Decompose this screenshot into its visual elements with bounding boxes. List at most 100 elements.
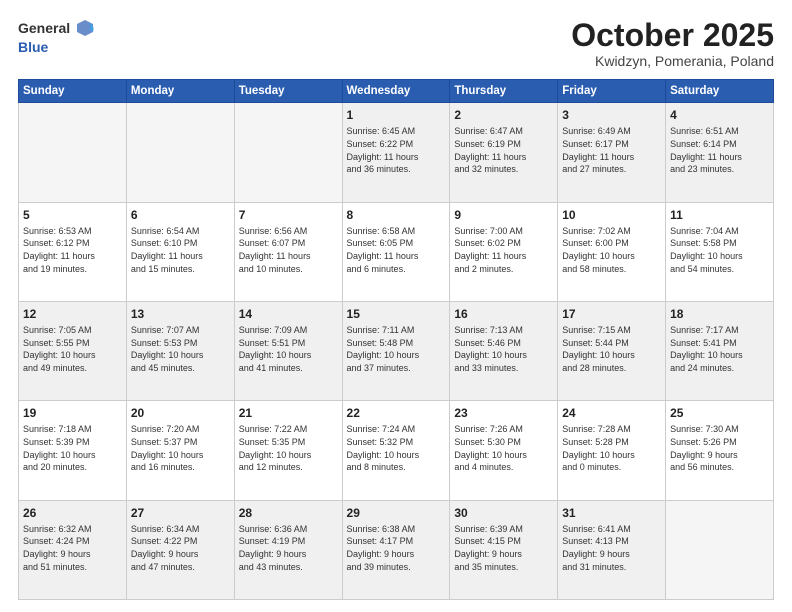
title-location: Kwidzyn, Pomerania, Poland <box>571 53 774 69</box>
day-info: Sunrise: 7:24 AM Sunset: 5:32 PM Dayligh… <box>347 423 446 473</box>
day-info: Sunrise: 6:58 AM Sunset: 6:05 PM Dayligh… <box>347 225 446 275</box>
day-info: Sunrise: 7:26 AM Sunset: 5:30 PM Dayligh… <box>454 423 553 473</box>
day-number: 10 <box>562 207 661 223</box>
day-number: 14 <box>239 306 338 322</box>
table-row: 15Sunrise: 7:11 AM Sunset: 5:48 PM Dayli… <box>342 301 450 400</box>
day-info: Sunrise: 6:45 AM Sunset: 6:22 PM Dayligh… <box>347 125 446 175</box>
day-info: Sunrise: 7:02 AM Sunset: 6:00 PM Dayligh… <box>562 225 661 275</box>
table-row: 2Sunrise: 6:47 AM Sunset: 6:19 PM Daylig… <box>450 103 558 202</box>
day-info: Sunrise: 6:41 AM Sunset: 4:13 PM Dayligh… <box>562 523 661 573</box>
calendar-week-row: 5 Sunrise: 6:53 AM Sunset: 6:12 PM Daylig… <box>19 202 774 301</box>
day-info: Sunrise: 7:17 AM Sunset: 5:41 PM Dayligh… <box>670 324 769 374</box>
day-number: 24 <box>562 405 661 421</box>
table-row: 14 Sunrise: 7:09 AM Sunset: 5:51 PM Dayli… <box>234 301 342 400</box>
day-number: 3 <box>562 107 661 123</box>
table-row: 1Sunrise: 6:45 AM Sunset: 6:22 PM Daylig… <box>342 103 450 202</box>
day-number: 26 <box>23 505 122 521</box>
day-number: 6 <box>131 207 230 223</box>
table-row: 24 Sunrise: 7:28 AM Sunset: 5:28 PM Dayli… <box>558 401 666 500</box>
day-number: 5 <box>23 207 122 223</box>
table-row <box>126 103 234 202</box>
day-info: Sunrise: 6:53 AM Sunset: 6:12 PM Dayligh… <box>23 225 122 275</box>
day-number: 17 <box>562 306 661 322</box>
day-info: Sunrise: 6:34 AM Sunset: 4:22 PM Dayligh… <box>131 523 230 573</box>
header: General Blue October 2025 Kwidzyn, Pomer… <box>18 18 774 69</box>
day-info: Sunrise: 6:39 AM Sunset: 4:15 PM Dayligh… <box>454 523 553 573</box>
table-row: 9Sunrise: 7:00 AM Sunset: 6:02 PM Daylig… <box>450 202 558 301</box>
day-number: 16 <box>454 306 553 322</box>
day-info: Sunrise: 7:28 AM Sunset: 5:28 PM Dayligh… <box>562 423 661 473</box>
table-row: 10 Sunrise: 7:02 AM Sunset: 6:00 PM Dayli… <box>558 202 666 301</box>
title-month: October 2025 <box>571 18 774 53</box>
table-row <box>19 103 127 202</box>
table-row: 31 Sunrise: 6:41 AM Sunset: 4:13 PM Dayli… <box>558 500 666 599</box>
col-tuesday: Tuesday <box>234 80 342 103</box>
day-info: Sunrise: 6:51 AM Sunset: 6:14 PM Dayligh… <box>670 125 769 175</box>
day-number: 30 <box>454 505 553 521</box>
calendar-week-row: 19 Sunrise: 7:18 AM Sunset: 5:39 PM Dayli… <box>19 401 774 500</box>
col-saturday: Saturday <box>666 80 774 103</box>
logo-icon <box>73 16 97 40</box>
day-number: 27 <box>131 505 230 521</box>
day-info: Sunrise: 7:15 AM Sunset: 5:44 PM Dayligh… <box>562 324 661 374</box>
table-row: 18 Sunrise: 7:17 AM Sunset: 5:41 PM Dayli… <box>666 301 774 400</box>
logo: General Blue <box>18 18 97 55</box>
day-number: 18 <box>670 306 769 322</box>
day-info: Sunrise: 6:56 AM Sunset: 6:07 PM Dayligh… <box>239 225 338 275</box>
day-number: 12 <box>23 306 122 322</box>
day-number: 29 <box>347 505 446 521</box>
table-row: 8 Sunrise: 6:58 AM Sunset: 6:05 PM Daylig… <box>342 202 450 301</box>
day-info: Sunrise: 6:54 AM Sunset: 6:10 PM Dayligh… <box>131 225 230 275</box>
day-info: Sunrise: 6:32 AM Sunset: 4:24 PM Dayligh… <box>23 523 122 573</box>
day-info: Sunrise: 6:38 AM Sunset: 4:17 PM Dayligh… <box>347 523 446 573</box>
table-row: 19 Sunrise: 7:18 AM Sunset: 5:39 PM Dayli… <box>19 401 127 500</box>
col-thursday: Thursday <box>450 80 558 103</box>
table-row: 3 Sunrise: 6:49 AM Sunset: 6:17 PM Daylig… <box>558 103 666 202</box>
col-sunday: Sunday <box>19 80 127 103</box>
day-number: 28 <box>239 505 338 521</box>
day-number: 21 <box>239 405 338 421</box>
table-row: 11Sunrise: 7:04 AM Sunset: 5:58 PM Dayli… <box>666 202 774 301</box>
table-row <box>666 500 774 599</box>
table-row: 25Sunrise: 7:30 AM Sunset: 5:26 PM Dayli… <box>666 401 774 500</box>
page: General Blue October 2025 Kwidzyn, Pomer… <box>0 0 792 612</box>
day-info: Sunrise: 7:09 AM Sunset: 5:51 PM Dayligh… <box>239 324 338 374</box>
calendar-header-row: Sunday Monday Tuesday Wednesday Thursday… <box>19 80 774 103</box>
table-row: 5 Sunrise: 6:53 AM Sunset: 6:12 PM Daylig… <box>19 202 127 301</box>
day-number: 11 <box>670 207 769 223</box>
day-info: Sunrise: 6:49 AM Sunset: 6:17 PM Dayligh… <box>562 125 661 175</box>
table-row: 4Sunrise: 6:51 AM Sunset: 6:14 PM Daylig… <box>666 103 774 202</box>
day-number: 20 <box>131 405 230 421</box>
day-info: Sunrise: 7:07 AM Sunset: 5:53 PM Dayligh… <box>131 324 230 374</box>
table-row: 23Sunrise: 7:26 AM Sunset: 5:30 PM Dayli… <box>450 401 558 500</box>
table-row: 27 Sunrise: 6:34 AM Sunset: 4:22 PM Dayli… <box>126 500 234 599</box>
table-row: 30 Sunrise: 6:39 AM Sunset: 4:15 PM Dayli… <box>450 500 558 599</box>
day-number: 15 <box>347 306 446 322</box>
calendar-week-row: 1Sunrise: 6:45 AM Sunset: 6:22 PM Daylig… <box>19 103 774 202</box>
day-info: Sunrise: 7:18 AM Sunset: 5:39 PM Dayligh… <box>23 423 122 473</box>
day-info: Sunrise: 6:47 AM Sunset: 6:19 PM Dayligh… <box>454 125 553 175</box>
logo-blue: Blue <box>18 40 97 55</box>
day-number: 13 <box>131 306 230 322</box>
day-info: Sunrise: 7:00 AM Sunset: 6:02 PM Dayligh… <box>454 225 553 275</box>
col-monday: Monday <box>126 80 234 103</box>
calendar-table: Sunday Monday Tuesday Wednesday Thursday… <box>18 79 774 600</box>
col-wednesday: Wednesday <box>342 80 450 103</box>
day-number: 22 <box>347 405 446 421</box>
day-info: Sunrise: 7:05 AM Sunset: 5:55 PM Dayligh… <box>23 324 122 374</box>
day-info: Sunrise: 6:36 AM Sunset: 4:19 PM Dayligh… <box>239 523 338 573</box>
table-row: 28 Sunrise: 6:36 AM Sunset: 4:19 PM Dayli… <box>234 500 342 599</box>
table-row: 17 Sunrise: 7:15 AM Sunset: 5:44 PM Dayli… <box>558 301 666 400</box>
day-info: Sunrise: 7:20 AM Sunset: 5:37 PM Dayligh… <box>131 423 230 473</box>
day-number: 19 <box>23 405 122 421</box>
calendar-week-row: 26 Sunrise: 6:32 AM Sunset: 4:24 PM Dayli… <box>19 500 774 599</box>
title-block: October 2025 Kwidzyn, Pomerania, Poland <box>571 18 774 69</box>
day-info: Sunrise: 7:30 AM Sunset: 5:26 PM Dayligh… <box>670 423 769 473</box>
day-info: Sunrise: 7:13 AM Sunset: 5:46 PM Dayligh… <box>454 324 553 374</box>
table-row: 20 Sunrise: 7:20 AM Sunset: 5:37 PM Dayli… <box>126 401 234 500</box>
day-number: 8 <box>347 207 446 223</box>
logo-general: General <box>18 21 70 36</box>
day-number: 7 <box>239 207 338 223</box>
table-row: 29 Sunrise: 6:38 AM Sunset: 4:17 PM Dayli… <box>342 500 450 599</box>
day-number: 31 <box>562 505 661 521</box>
